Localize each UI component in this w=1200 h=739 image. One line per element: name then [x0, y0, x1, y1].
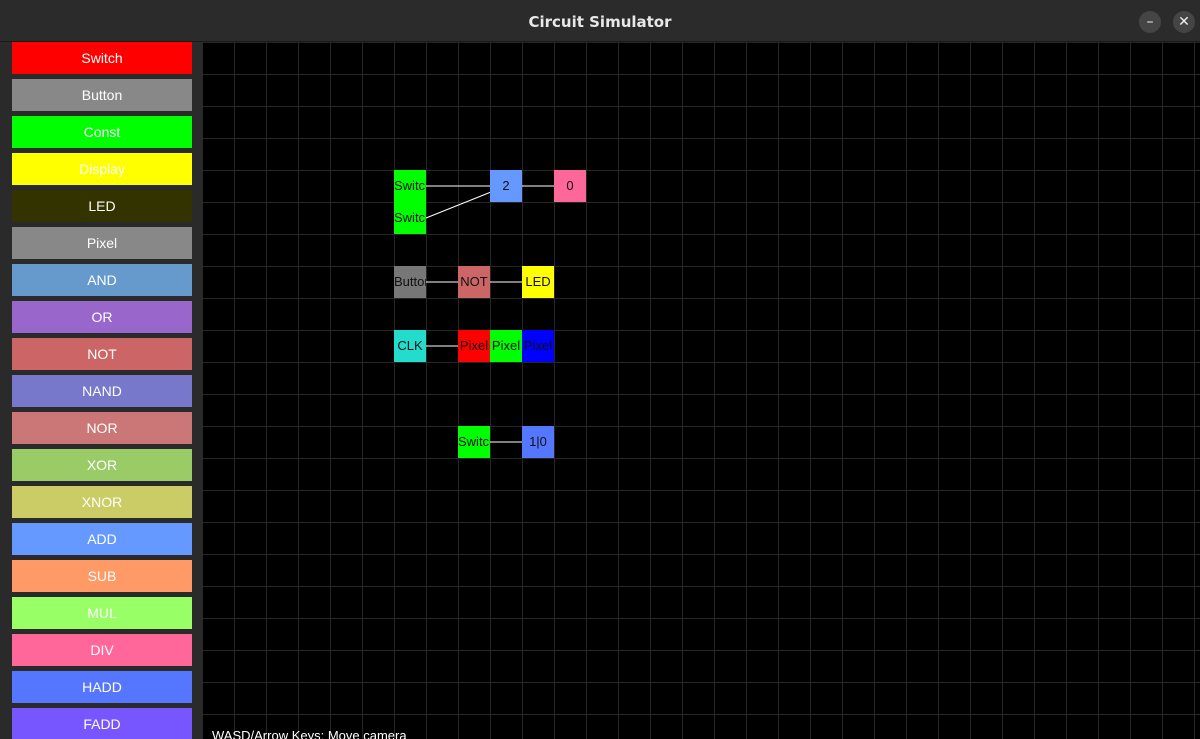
component-label: Switch	[394, 210, 426, 225]
circuit-canvas[interactable]: Switch Switch 2 0 Button NOT LED CLK Pix…	[203, 42, 1200, 739]
palette-button-and[interactable]: AND	[12, 264, 192, 296]
palette-button-xnor[interactable]: XNOR	[12, 486, 192, 518]
component-label: 1|0	[529, 434, 547, 449]
component-label: Pixel	[523, 338, 553, 353]
circuit-component-not[interactable]: NOT	[458, 266, 490, 298]
palette-button-add[interactable]: ADD	[12, 523, 192, 555]
circuit-component-switch[interactable]: Switch	[394, 202, 426, 234]
palette-button-mul[interactable]: MUL	[12, 597, 192, 629]
palette-button-nand[interactable]: NAND	[12, 375, 192, 407]
circuit-component-led[interactable]: LED	[522, 266, 554, 298]
palette-button-fadd[interactable]: FADD	[12, 708, 192, 739]
circuit-component-pixel[interactable]: Pixel	[522, 330, 554, 362]
component-label: Switch	[458, 434, 490, 449]
palette-button-pixel[interactable]: Pixel	[12, 227, 192, 259]
component-label: 0	[566, 178, 574, 193]
circuit-component-half-adder[interactable]: 1|0	[522, 426, 554, 458]
circuit-component-button[interactable]: Button	[394, 266, 426, 298]
component-label: Switch	[394, 178, 426, 193]
circuit-component-divider[interactable]: 0	[554, 170, 586, 202]
palette-button-or[interactable]: OR	[12, 301, 192, 333]
circuit-component-pixel[interactable]: Pixel	[490, 330, 522, 362]
palette-button-div[interactable]: DIV	[12, 634, 192, 666]
palette-button-switch[interactable]: Switch	[12, 42, 192, 74]
circuit-component-switch[interactable]: Switch	[458, 426, 490, 458]
palette-button-led[interactable]: LED	[12, 190, 192, 222]
palette-button-not[interactable]: NOT	[12, 338, 192, 370]
palette-button-nor[interactable]: NOR	[12, 412, 192, 444]
circuit-component-adder[interactable]: 2	[490, 170, 522, 202]
component-palette: Switch Button Const Display LED Pixel AN…	[0, 42, 203, 739]
component-label: NOT	[460, 274, 488, 289]
component-label: Pixel	[491, 338, 521, 353]
window-titlebar: Circuit Simulator – ✕	[0, 0, 1200, 42]
palette-button-const[interactable]: Const	[12, 116, 192, 148]
close-icon[interactable]: ✕	[1173, 11, 1195, 33]
circuit-component-pixel[interactable]: Pixel	[458, 330, 490, 362]
component-label: LED	[525, 274, 551, 289]
palette-button-sub[interactable]: SUB	[12, 560, 192, 592]
window-title: Circuit Simulator	[528, 13, 672, 31]
wire-layer	[425, 185, 570, 443]
help-text: WASD/Arrow Keys: Move camera	[212, 728, 407, 739]
palette-button-display[interactable]: Display	[12, 153, 192, 185]
component-label: Button	[394, 274, 426, 289]
minimize-icon[interactable]: –	[1139, 11, 1161, 33]
circuit-component-clock[interactable]: CLK	[394, 330, 426, 362]
component-label: CLK	[397, 338, 423, 353]
palette-button-button[interactable]: Button	[12, 79, 192, 111]
palette-button-hadd[interactable]: HADD	[12, 671, 192, 703]
palette-button-xor[interactable]: XOR	[12, 449, 192, 481]
component-label: Pixel	[459, 338, 489, 353]
circuit-component-switch[interactable]: Switch	[394, 170, 426, 202]
component-label: 2	[502, 178, 510, 193]
